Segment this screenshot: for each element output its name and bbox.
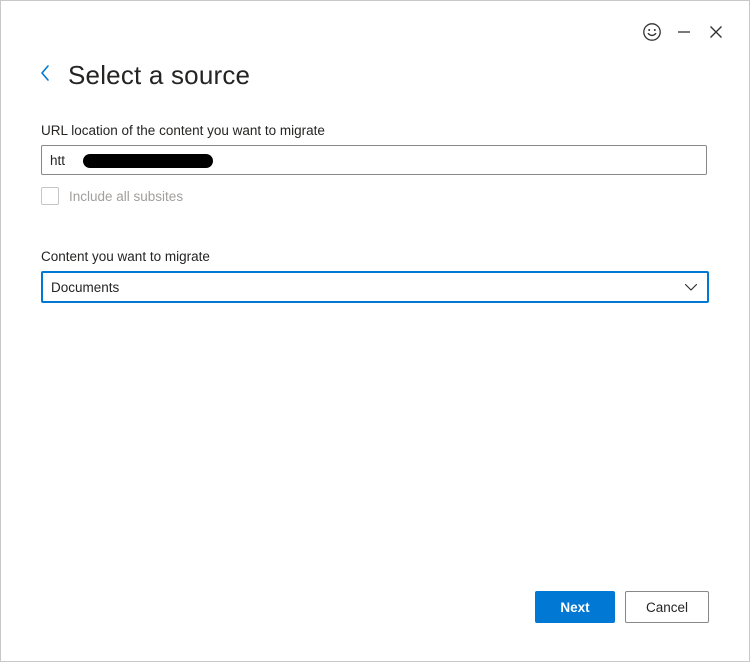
include-subsites-checkbox[interactable] bbox=[41, 187, 59, 205]
chevron-left-icon bbox=[39, 64, 51, 87]
minimize-icon[interactable] bbox=[673, 21, 695, 43]
include-subsites-label: Include all subsites bbox=[69, 188, 184, 204]
content-type-selected-value: Documents bbox=[51, 279, 120, 295]
cancel-button[interactable]: Cancel bbox=[625, 591, 709, 623]
include-subsites-row: Include all subsites bbox=[41, 187, 183, 205]
close-icon[interactable] bbox=[705, 21, 727, 43]
next-button[interactable]: Next bbox=[535, 591, 615, 623]
content-type-dropdown[interactable]: Documents bbox=[41, 271, 709, 303]
back-button[interactable] bbox=[39, 57, 59, 93]
url-field-label: URL location of the content you want to … bbox=[41, 123, 325, 138]
page-title: Select a source bbox=[68, 59, 251, 90]
chevron-down-icon bbox=[683, 279, 699, 295]
page-header: Select a source bbox=[39, 57, 250, 93]
redaction-mark bbox=[83, 154, 213, 168]
content-field-label: Content you want to migrate bbox=[41, 249, 210, 264]
smiley-icon[interactable] bbox=[641, 21, 663, 43]
window-controls bbox=[641, 21, 727, 43]
migration-dialog: Select a source URL location of the cont… bbox=[0, 0, 750, 662]
